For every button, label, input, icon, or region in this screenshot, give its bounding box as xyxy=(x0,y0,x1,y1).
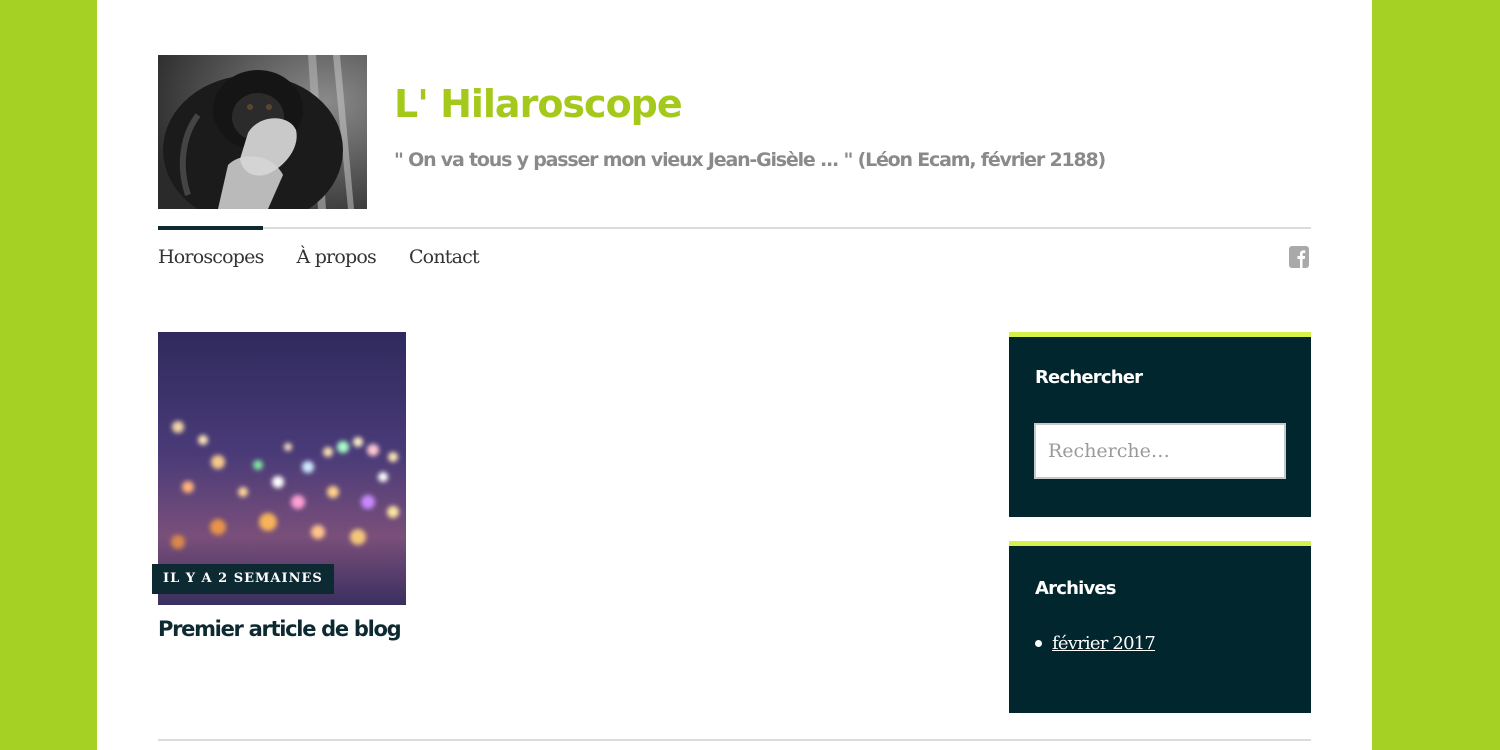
post-title[interactable]: Premier article de blog xyxy=(158,612,402,646)
search-input[interactable] xyxy=(1034,423,1286,479)
site-title[interactable]: L' Hilaroscope xyxy=(394,78,683,130)
main-navigation: Horoscopes À propos Contact xyxy=(158,242,512,272)
nav-item-contact[interactable]: Contact xyxy=(409,242,480,272)
archives-widget: Archives février 2017 xyxy=(1009,541,1311,713)
nav-active-indicator xyxy=(158,226,263,230)
search-widget: Rechercher xyxy=(1009,332,1311,517)
archive-link[interactable]: février 2017 xyxy=(1052,633,1156,654)
archives-widget-title: Archives xyxy=(1035,578,1117,599)
nav-item-a-propos[interactable]: À propos xyxy=(297,242,377,272)
site-description: " On va tous y passer mon vieux Jean-Gis… xyxy=(394,149,1106,171)
post-date-badge: IL Y A 2 SEMAINES xyxy=(152,564,334,594)
nav-item-horoscopes[interactable]: Horoscopes xyxy=(158,242,264,272)
site-logo[interactable] xyxy=(158,55,367,209)
footer-divider xyxy=(158,739,1311,741)
archive-list: février 2017 xyxy=(1035,633,1156,654)
search-widget-title: Rechercher xyxy=(1035,367,1143,388)
facebook-icon[interactable] xyxy=(1289,246,1309,268)
bullet-icon xyxy=(1035,640,1042,647)
nav-divider xyxy=(158,227,1311,229)
gibbon-photo xyxy=(158,55,367,209)
page-container: L' Hilaroscope " On va tous y passer mon… xyxy=(97,0,1372,750)
list-item: février 2017 xyxy=(1035,633,1156,654)
